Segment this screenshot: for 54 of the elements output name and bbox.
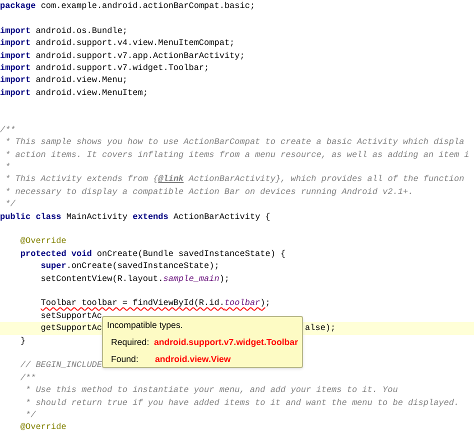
comment-text: */ <box>4 198 16 211</box>
type-name: android.view.View <box>155 353 231 365</box>
code-text: .onCreate(savedInstanceState); <box>66 260 220 273</box>
keyword-text: import <box>0 24 31 38</box>
error-code-text: ) <box>260 297 266 310</box>
code-text: ); <box>219 272 230 285</box>
code-text: onCreate(Bundle savedInstanceState) { <box>96 248 286 260</box>
comment-text: * <box>4 161 10 174</box>
tooltip-label: Required: <box>111 336 150 348</box>
comment-text: * should return true if you have added items to it and want the menu to be displayed. <box>24 396 460 409</box>
comment-text: // BEGIN_INCLUDE <box>20 359 102 372</box>
code-text: setSupportAc <box>40 310 102 322</box>
code-text: setContentView(R.layout. <box>40 272 164 285</box>
keyword-text: super <box>40 260 66 273</box>
error-code-text: Toolbar toolbar = findViewById(R.id. <box>40 297 224 310</box>
annotation-text: @Override <box>20 421 66 434</box>
keyword-text: import <box>0 86 31 100</box>
code-text: MainActivity <box>65 210 129 224</box>
code-text: android.support.v7.widget.Toolbar; <box>34 62 210 74</box>
keyword-text: package <box>0 0 36 12</box>
code-text: android.support.v4.view.MenuItemCompat; <box>34 37 235 50</box>
error-code-text: toolbar <box>224 297 260 310</box>
comment-text: * action items. It covers inflating items from a menu resource, as well as adding an item i <box>4 148 470 162</box>
keyword-text: extends <box>132 210 168 224</box>
comment-text: * This sample shows you how to use ActionBarCompat to create a basic Activity which displa <box>4 136 464 149</box>
code-text: android.os.Bundle; <box>34 24 128 38</box>
comment-text: ActionBarActivity}, which provides all of the function <box>188 173 464 186</box>
comment-text: * This Activity extends from { <box>4 173 158 186</box>
code-text: } <box>20 334 26 347</box>
code-text: ActionBarActivity { <box>172 210 270 224</box>
code-text: com.example.android.actionBarCompat.basic; <box>40 0 256 12</box>
keyword-text: protected void <box>20 248 92 260</box>
type-name: android.support.v7.widget.Toolbar <box>154 336 298 348</box>
code-text: getSupportAc <box>40 322 102 335</box>
comment-text: /** <box>0 124 16 136</box>
code-text: alse); <box>305 322 336 335</box>
field-text: sample_main <box>163 272 220 285</box>
keyword-text: public class <box>0 210 62 224</box>
code-text: android.view.Menu; <box>34 74 128 87</box>
annotation-text: @Override <box>20 235 66 248</box>
comment-text: * necessary to display a compatible Action Bar on devices running Android v2.1+. <box>4 186 414 198</box>
keyword-text: import <box>0 50 31 62</box>
comment-text: * Use this method to instantiate your menu, and add your items to it. You <box>24 384 398 397</box>
code-text: android.view.MenuItem; <box>34 86 148 100</box>
tooltip-label: Found: <box>111 353 140 365</box>
comment-text: /** <box>20 372 36 384</box>
comment-text: */ <box>24 408 36 422</box>
code-text: ; <box>265 297 270 310</box>
tooltip-title: Incompatible types. <box>107 319 183 331</box>
doc-tag-text: @link <box>158 173 184 186</box>
keyword-text: import <box>0 37 31 50</box>
keyword-text: import <box>0 74 31 87</box>
code-text: android.support.v7.app.ActionBarActivity; <box>34 50 245 62</box>
keyword-text: import <box>0 62 31 74</box>
